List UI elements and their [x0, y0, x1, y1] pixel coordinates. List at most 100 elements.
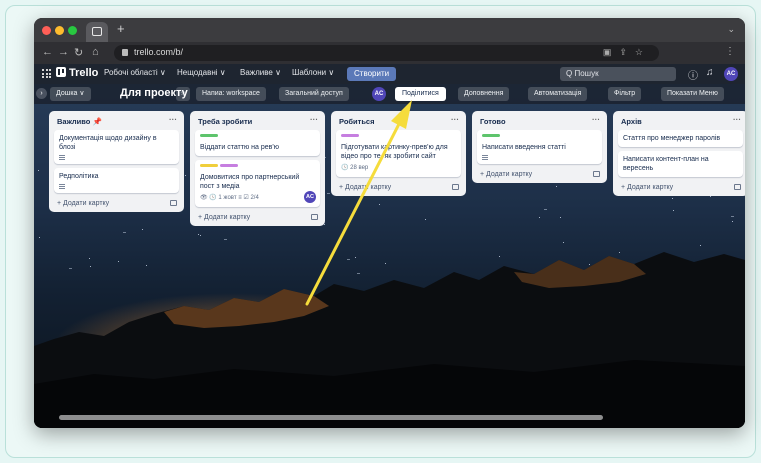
- list-title-text: Треба зробити: [198, 117, 253, 126]
- card-template-icon[interactable]: [311, 214, 318, 220]
- description-icon: [59, 184, 65, 189]
- reload-icon[interactable]: ↻: [74, 46, 83, 59]
- list-title-text: Архів: [621, 117, 642, 126]
- card-member-avatar[interactable]: AC: [304, 191, 316, 203]
- trello-logo-text: Trello: [69, 67, 99, 79]
- nav-starred[interactable]: Важливе ∨: [240, 68, 281, 77]
- add-card-button[interactable]: + Додати картку: [54, 197, 179, 207]
- minimize-window-icon[interactable]: [55, 26, 64, 35]
- board-canvas: › Дошка ∨ Для проекту ☆ Напиа: workspace…: [34, 84, 745, 428]
- bell-icon[interactable]: ♫: [706, 67, 714, 78]
- list-title[interactable]: Важливо 📌 ···: [54, 115, 179, 130]
- card-label-purple[interactable]: [341, 134, 359, 137]
- trello-logo[interactable]: Trello: [56, 67, 98, 79]
- list-menu-icon[interactable]: ···: [310, 115, 318, 124]
- sidebar-toggle-icon[interactable]: ›: [36, 88, 47, 99]
- add-card-button[interactable]: + Додати картку: [477, 168, 602, 178]
- app-switcher-icon[interactable]: [42, 69, 51, 78]
- list-title[interactable]: Архів ···: [618, 115, 743, 130]
- search-input[interactable]: Q Пошук: [560, 67, 676, 81]
- browser-tab-bar: + ⌄: [34, 18, 745, 42]
- maximize-window-icon[interactable]: [68, 26, 77, 35]
- browser-menu-icon[interactable]: ⋮: [725, 46, 735, 57]
- card-title: Документація щодо дизайну в блозі: [59, 135, 157, 151]
- list-menu-icon[interactable]: ···: [733, 115, 741, 124]
- list-todo: Треба зробити ··· Віддати статтю на рев'ю…: [190, 111, 325, 226]
- back-arrow-icon[interactable]: ←: [42, 46, 53, 58]
- card[interactable]: Домовитися про партнерський пост з медіа…: [195, 160, 320, 207]
- filter-button[interactable]: Фільтр: [608, 87, 642, 101]
- home-icon[interactable]: ⌂: [92, 46, 99, 58]
- browser-window: + ⌄ ← → ↻ ⌂ trello.com/b/ ▣⇪☆ ⋮ Trello Р…: [34, 18, 745, 428]
- show-menu-button[interactable]: Показати Меню: [661, 87, 724, 101]
- list-title-text: Готово: [480, 117, 506, 126]
- browser-toolbar: ← → ↻ ⌂ trello.com/b/ ▣⇪☆ ⋮: [34, 42, 745, 64]
- list-title[interactable]: Робиться ···: [336, 115, 461, 130]
- card-label-green[interactable]: [482, 134, 500, 137]
- horizontal-scrollbar[interactable]: [59, 415, 603, 420]
- new-tab-button[interactable]: +: [117, 22, 125, 36]
- card-template-icon[interactable]: [170, 200, 177, 206]
- url-text: trello.com/b/: [134, 47, 184, 57]
- card-label-green[interactable]: [200, 134, 218, 137]
- add-card-button[interactable]: + Додати картку: [195, 211, 320, 221]
- card-title: Підготувати картинку-прев'ю для відео пр…: [341, 144, 448, 160]
- add-card-button[interactable]: + Додати картку: [336, 181, 461, 191]
- card-due-date-badge[interactable]: 🕓 28 вер: [341, 164, 456, 173]
- card-template-icon[interactable]: [452, 184, 459, 190]
- nav-templates[interactable]: Шаблони ∨: [292, 68, 334, 77]
- list-important: Важливо 📌 ··· Документація щодо дизайну в…: [49, 111, 184, 212]
- card[interactable]: Редполітика: [54, 168, 179, 193]
- create-button[interactable]: Створити: [347, 67, 397, 81]
- card[interactable]: Віддати статтю на рев'ю: [195, 130, 320, 156]
- list-title[interactable]: Треба зробити ···: [195, 115, 320, 130]
- share-button[interactable]: Поділитися: [395, 87, 446, 101]
- automation-button[interactable]: Автоматизація: [528, 87, 588, 101]
- card[interactable]: Підготувати картинку-прев'ю для відео пр…: [336, 130, 461, 177]
- star-board-icon[interactable]: ☆: [176, 87, 191, 101]
- close-window-icon[interactable]: [42, 26, 51, 35]
- list-title[interactable]: Готово ···: [477, 115, 602, 130]
- card-template-icon[interactable]: [734, 184, 741, 190]
- list-title-text: Важливо 📌: [57, 117, 102, 126]
- forward-arrow-icon[interactable]: →: [58, 46, 69, 58]
- add-card-label: + Додати картку: [339, 184, 392, 191]
- user-avatar[interactable]: AC: [724, 67, 738, 81]
- card-title: Віддати статтю на рев'ю: [200, 144, 279, 151]
- list-menu-icon[interactable]: ···: [451, 115, 459, 124]
- board-header: › Дошка ∨ Для проекту ☆ Напиа: workspace…: [34, 84, 745, 104]
- card-template-icon[interactable]: [593, 171, 600, 177]
- nav-workspaces[interactable]: Робочі області ∨: [104, 68, 166, 77]
- visibility-button[interactable]: Загальний доступ: [279, 87, 349, 101]
- card-title: Домовитися про партнерський пост з медіа: [200, 174, 300, 190]
- card-title: Стаття про менеджер паролів: [623, 135, 721, 142]
- card-badges: 👁 🕓 1 жовт ≡ ☑ 2/4: [200, 195, 259, 201]
- browser-tab[interactable]: [86, 22, 108, 42]
- card-label-purple[interactable]: [220, 164, 238, 167]
- trello-logo-icon: [56, 67, 66, 77]
- list-title-text: Робиться: [339, 117, 375, 126]
- board-member-avatar[interactable]: AC: [372, 87, 386, 101]
- add-card-label: + Додати картку: [621, 184, 674, 191]
- lock-icon: [122, 49, 128, 56]
- address-bar[interactable]: trello.com/b/ ▣⇪☆: [114, 45, 659, 61]
- list-menu-icon[interactable]: ···: [169, 115, 177, 124]
- power-ups-button[interactable]: Доповнення: [458, 87, 510, 101]
- info-icon[interactable]: ⓘ: [688, 67, 698, 82]
- card[interactable]: Стаття про менеджер паролів: [618, 130, 743, 147]
- tab-list-chevron-icon[interactable]: ⌄: [727, 24, 735, 35]
- add-card-button[interactable]: + Додати картку: [618, 181, 743, 191]
- board-view-switcher[interactable]: Дошка ∨: [50, 87, 91, 101]
- list-in-progress: Робиться ··· Підготувати картинку-прев'ю …: [331, 111, 466, 196]
- list-archive: Архів ··· Стаття про менеджер паролів Нап…: [613, 111, 745, 196]
- nav-recent[interactable]: Нещодавні ∨: [177, 68, 226, 77]
- list-menu-icon[interactable]: ···: [592, 115, 600, 124]
- add-card-label: + Додати картку: [57, 200, 110, 207]
- card[interactable]: Написати контент-план на вересень: [618, 151, 743, 177]
- address-bar-icons[interactable]: ▣⇪☆: [603, 47, 651, 58]
- card[interactable]: Документація щодо дизайну в блозі: [54, 130, 179, 164]
- card-label-yellow[interactable]: [200, 164, 218, 167]
- card[interactable]: Написати введення статті: [477, 130, 602, 164]
- card-title: Написати введення статті: [482, 144, 566, 151]
- workspace-button[interactable]: Напиа: workspace: [196, 87, 266, 101]
